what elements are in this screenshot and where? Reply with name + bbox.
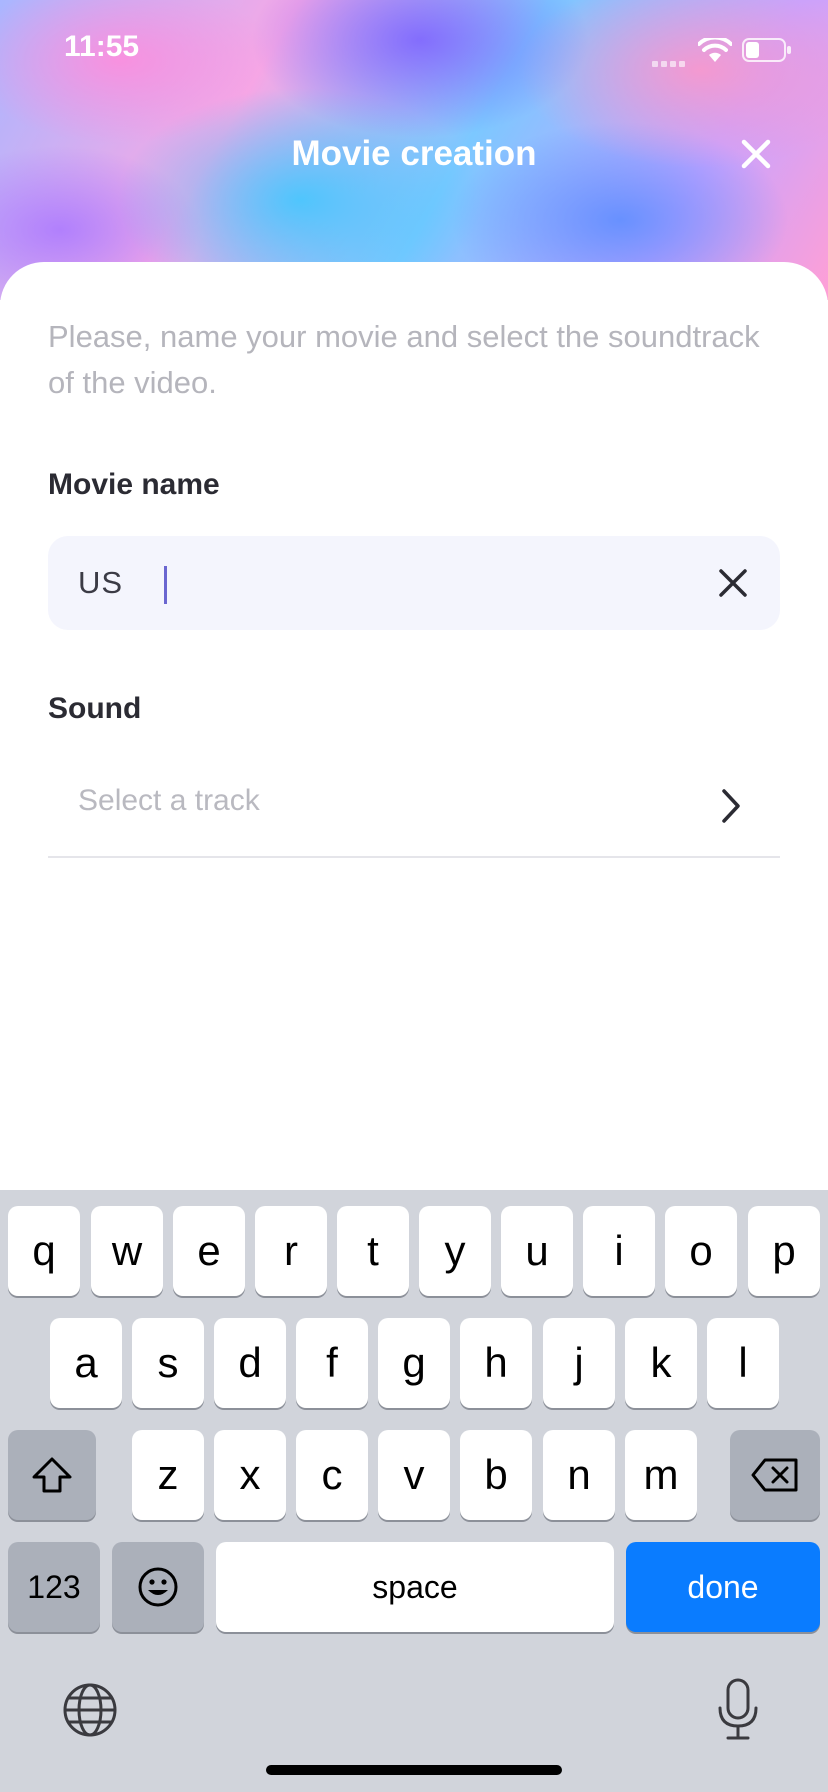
globe-icon[interactable] [62, 1682, 118, 1738]
key-l[interactable]: l [707, 1318, 779, 1408]
done-key[interactable]: done [626, 1542, 820, 1632]
emoji-icon [138, 1567, 178, 1607]
key-o[interactable]: o [665, 1206, 737, 1296]
close-icon[interactable] [736, 134, 776, 174]
clear-input-icon[interactable] [714, 564, 752, 602]
emoji-key[interactable] [112, 1542, 204, 1632]
numbers-key[interactable]: 123 [8, 1542, 100, 1632]
microphone-icon[interactable] [716, 1678, 760, 1742]
key-p[interactable]: p [748, 1206, 820, 1296]
movie-name-label: Movie name [48, 468, 220, 501]
space-key[interactable]: space [216, 1542, 614, 1632]
sound-label: Sound [48, 692, 142, 725]
text-caret [164, 566, 167, 604]
key-d[interactable]: d [214, 1318, 286, 1408]
key-j[interactable]: j [543, 1318, 615, 1408]
shift-arrow-icon [32, 1457, 72, 1493]
key-y[interactable]: y [419, 1206, 491, 1296]
key-i[interactable]: i [583, 1206, 655, 1296]
track-placeholder: Select a track [78, 784, 260, 817]
key-z[interactable]: z [132, 1430, 204, 1520]
key-c[interactable]: c [296, 1430, 368, 1520]
key-h[interactable]: h [460, 1318, 532, 1408]
movie-name-field[interactable] [48, 536, 780, 630]
home-indicator [266, 1765, 562, 1775]
key-m[interactable]: m [625, 1430, 697, 1520]
page-title: Movie creation [291, 134, 537, 173]
key-b[interactable]: b [460, 1430, 532, 1520]
form-description: Please, name your movie and select the s… [48, 319, 760, 400]
on-screen-keyboard: q w e r t y u i o p a s d f g h j k l z … [0, 1190, 828, 1792]
key-k[interactable]: k [625, 1318, 697, 1408]
key-w[interactable]: w [91, 1206, 163, 1296]
chevron-right-icon [722, 789, 740, 823]
backspace-key[interactable] [730, 1430, 820, 1520]
key-q[interactable]: q [8, 1206, 80, 1296]
key-x[interactable]: x [214, 1430, 286, 1520]
key-n[interactable]: n [543, 1430, 615, 1520]
shift-key[interactable] [8, 1430, 96, 1520]
key-u[interactable]: u [501, 1206, 573, 1296]
status-time: 11:55 [64, 30, 140, 63]
key-e[interactable]: e [173, 1206, 245, 1296]
cellular-signal-icon [652, 54, 692, 67]
form-sheet: Please, name your movie and select the s… [0, 262, 828, 1192]
movie-name-input[interactable] [78, 536, 698, 630]
key-g[interactable]: g [378, 1318, 450, 1408]
key-f[interactable]: f [296, 1318, 368, 1408]
battery-icon [742, 38, 791, 62]
wifi-icon [698, 38, 732, 62]
key-t[interactable]: t [337, 1206, 409, 1296]
backspace-icon [751, 1458, 798, 1492]
key-s[interactable]: s [132, 1318, 204, 1408]
key-a[interactable]: a [50, 1318, 122, 1408]
select-track-row[interactable]: Select a track [48, 752, 780, 858]
key-v[interactable]: v [378, 1430, 450, 1520]
key-r[interactable]: r [255, 1206, 327, 1296]
status-bar: 11:55 [0, 0, 828, 100]
